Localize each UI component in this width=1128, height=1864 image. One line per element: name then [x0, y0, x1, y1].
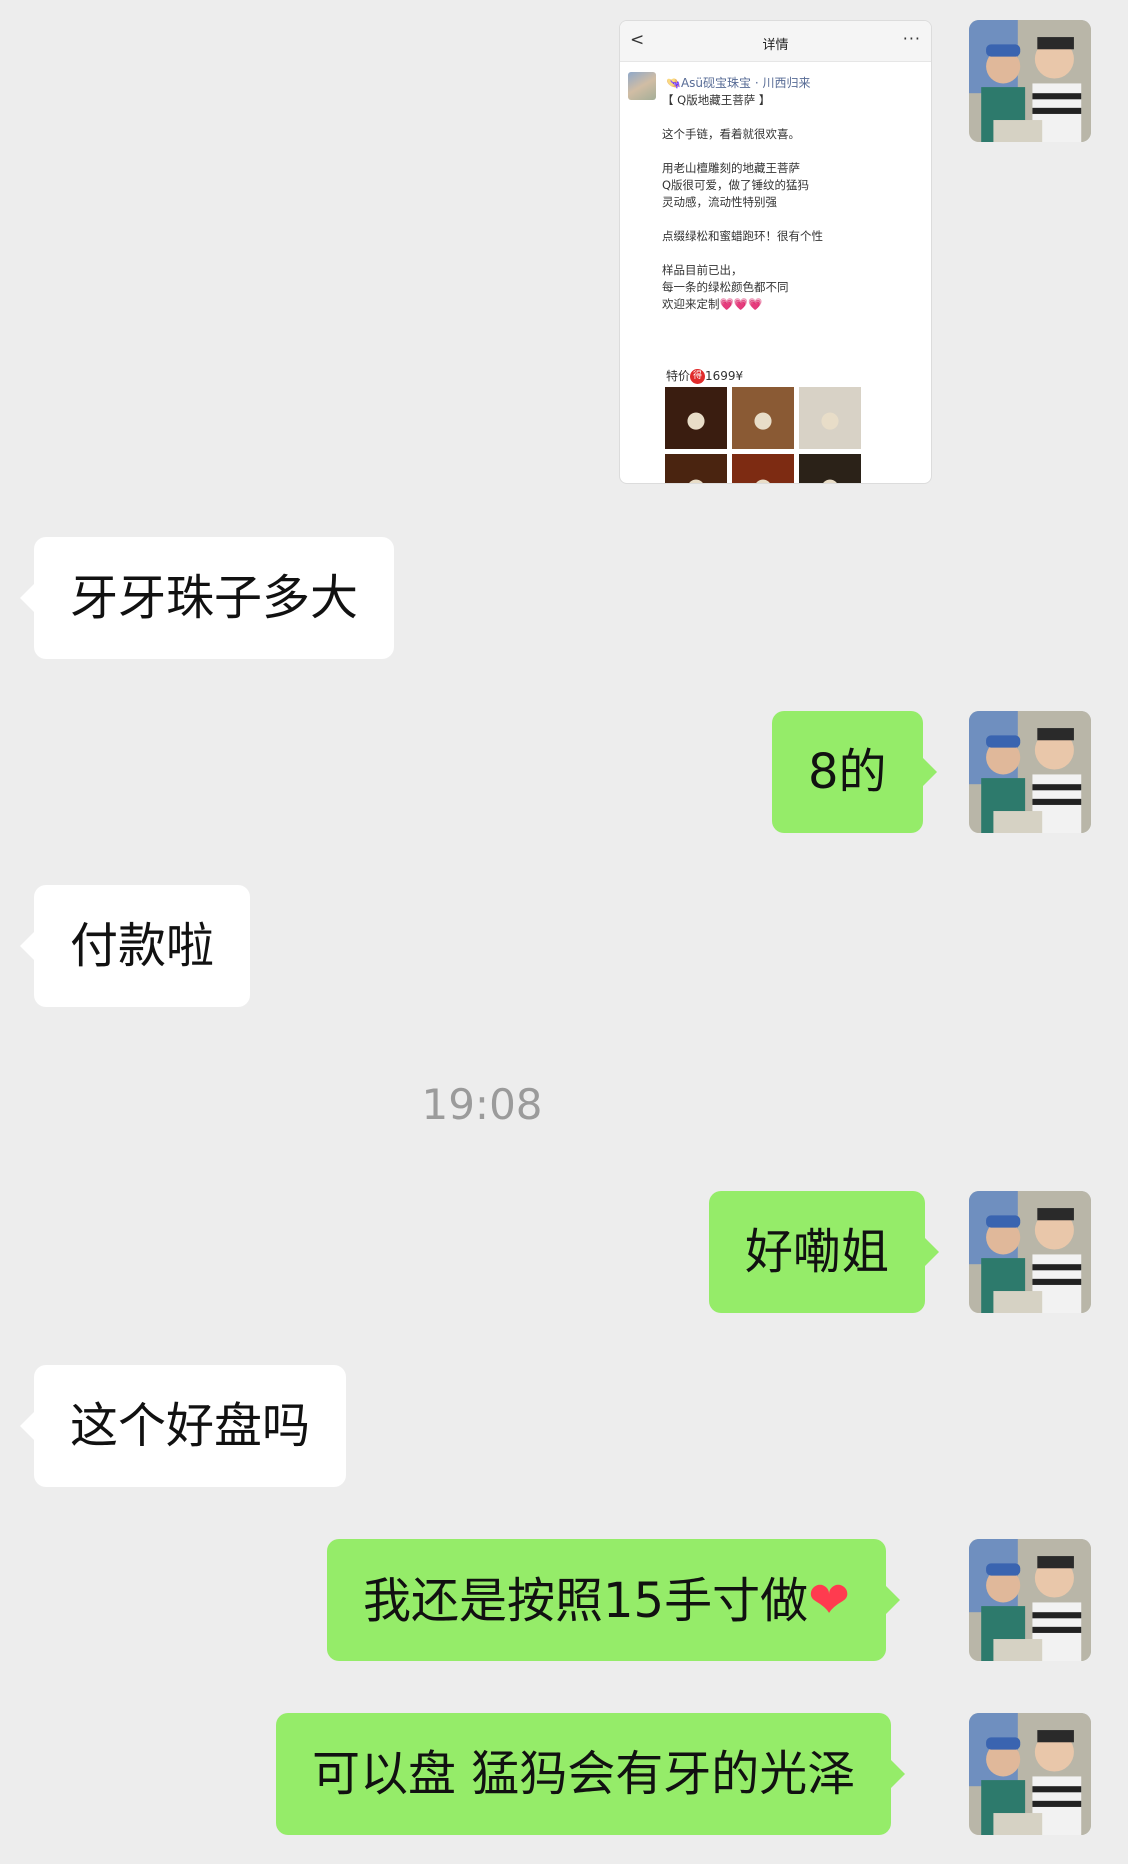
message-outgoing[interactable]: 我还是按照15手寸做❤ — [327, 1539, 900, 1661]
message-outgoing[interactable]: 好嘞姐 — [709, 1191, 940, 1313]
message-text: 我还是按照15手寸做 — [363, 1573, 809, 1629]
price-prefix: 特价 — [666, 369, 691, 383]
post-author-name: 👒Asü砚宝珠宝 · 川西归来 — [666, 76, 811, 90]
shared-post-screenshot[interactable]: < 详情 ··· 👒Asü砚宝珠宝 · 川西归来 【 Q版地藏王菩萨 】 这个手… — [619, 20, 932, 484]
timestamp: 19:08 — [421, 1080, 543, 1129]
self-avatar[interactable] — [969, 1539, 1091, 1661]
message-incoming[interactable]: 这个好盘吗 — [19, 1365, 347, 1487]
screenshot-nav-bar: < 详情 ··· — [620, 21, 931, 62]
bracelet-photo-2 — [732, 387, 794, 449]
bracelet-photo-4 — [665, 454, 727, 483]
bracelet-photo-3 — [799, 387, 861, 449]
self-avatar[interactable] — [969, 1191, 1091, 1313]
red-heart-icon: ❤ — [808, 1571, 850, 1629]
avatar-photo-icon — [969, 1713, 1091, 1835]
post-text: 【 Q版地藏王菩萨 】 这个手链，看着就很欢喜。 用老山檀雕刻的地藏王菩萨 Q版… — [662, 93, 823, 311]
bracelet-photo-1 — [665, 387, 727, 449]
message-incoming[interactable]: 付款啦 — [19, 885, 251, 1007]
message-outgoing[interactable]: 8的 — [772, 711, 937, 833]
self-avatar[interactable] — [969, 1713, 1091, 1835]
avatar-photo-icon — [969, 1539, 1091, 1661]
post-author-avatar — [628, 72, 656, 100]
more-dots-icon: ··· — [902, 29, 921, 48]
bracelet-photo-6 — [799, 454, 861, 483]
message-outgoing[interactable]: 可以盘 猛犸会有牙的光泽 — [276, 1713, 906, 1835]
self-avatar[interactable] — [969, 20, 1091, 142]
price-value: 1699¥ — [705, 369, 744, 383]
avatar-photo-icon — [969, 711, 1091, 833]
bracelet-photo-5 — [732, 454, 794, 483]
message-incoming[interactable]: 牙牙珠子多大 — [19, 537, 395, 659]
screenshot-post-body: 👒Asü砚宝珠宝 · 川西归来 【 Q版地藏王菩萨 】 这个手链，看着就很欢喜。… — [620, 62, 931, 483]
avatar-photo-icon — [969, 20, 1091, 142]
avatar-photo-icon — [969, 1191, 1091, 1313]
price-badge-icon: 得 — [690, 369, 706, 384]
self-avatar[interactable] — [969, 711, 1091, 833]
screenshot-nav-title: 详情 — [762, 38, 789, 53]
post-price: 特价得 1699¥ — [666, 367, 743, 384]
